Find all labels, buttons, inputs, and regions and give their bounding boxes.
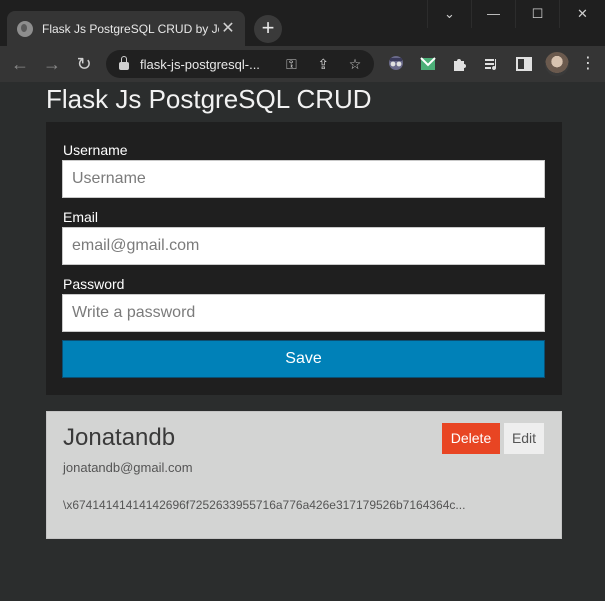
url-text[interactable]: flask-js-postgresql-... [140, 57, 269, 72]
back-button[interactable]: ← [8, 52, 32, 76]
password-label: Password [63, 276, 125, 292]
media-icon[interactable] [482, 54, 502, 74]
email-input[interactable] [62, 227, 545, 265]
username-label: Username [63, 142, 128, 158]
forward-button[interactable]: → [40, 52, 64, 76]
password-input[interactable] [62, 294, 545, 332]
edit-button[interactable]: Edit [504, 423, 544, 454]
browser-tab[interactable]: Flask Js PostgreSQL CRUD by Jon ✕ [7, 11, 245, 46]
user-name: Jonatandb [63, 424, 176, 451]
key-icon[interactable]: ⚿ [283, 56, 301, 73]
menu-icon[interactable]: ⋮ [580, 54, 596, 74]
spy-icon[interactable] [386, 54, 406, 74]
browser-titlebar: Flask Js PostgreSQL CRUD by Jon ✕ + ⌄ — … [0, 0, 605, 46]
puzzle-icon[interactable] [450, 54, 470, 74]
mail-icon[interactable] [418, 54, 438, 74]
profile-avatar[interactable] [545, 52, 569, 76]
page-title: Flask Js PostgreSQL CRUD [46, 84, 372, 114]
tab-title: Flask Js PostgreSQL CRUD by Jon [42, 21, 219, 36]
user-card: Jonatandb jonatandb@gmail.com \x67414141… [46, 411, 562, 539]
share-icon[interactable]: ⇪ [314, 56, 332, 73]
email-label: Email [63, 209, 99, 225]
reload-button[interactable]: ↻ [72, 52, 96, 76]
lock-icon[interactable] [119, 56, 129, 70]
user-email: jonatandb@gmail.com [63, 460, 193, 475]
address-bar[interactable]: flask-js-postgresql-... ⚿ ⇪ ☆ [106, 50, 374, 78]
username-input[interactable] [62, 160, 545, 198]
minimize-button[interactable]: — [471, 0, 515, 28]
star-icon[interactable]: ☆ [346, 56, 364, 73]
save-button[interactable]: Save [62, 340, 545, 378]
user-form: Username Email Password Save [46, 122, 562, 395]
browser-toolbar: ← → ↻ flask-js-postgresql-... ⚿ ⇪ ☆ ⋮ [0, 46, 605, 82]
tab-close-icon[interactable]: ✕ [219, 20, 237, 38]
new-tab-button[interactable]: + [254, 15, 282, 43]
maximize-button[interactable]: ☐ [515, 0, 559, 28]
sidebar-icon[interactable] [514, 54, 534, 74]
user-password-hash: \x67414141414142696f7252633955716a776a42… [63, 498, 466, 512]
delete-button[interactable]: Delete [442, 423, 500, 454]
close-window-button[interactable]: ✕ [559, 0, 605, 28]
tab-search-icon[interactable]: ⌄ [427, 0, 471, 28]
globe-icon [17, 20, 33, 37]
